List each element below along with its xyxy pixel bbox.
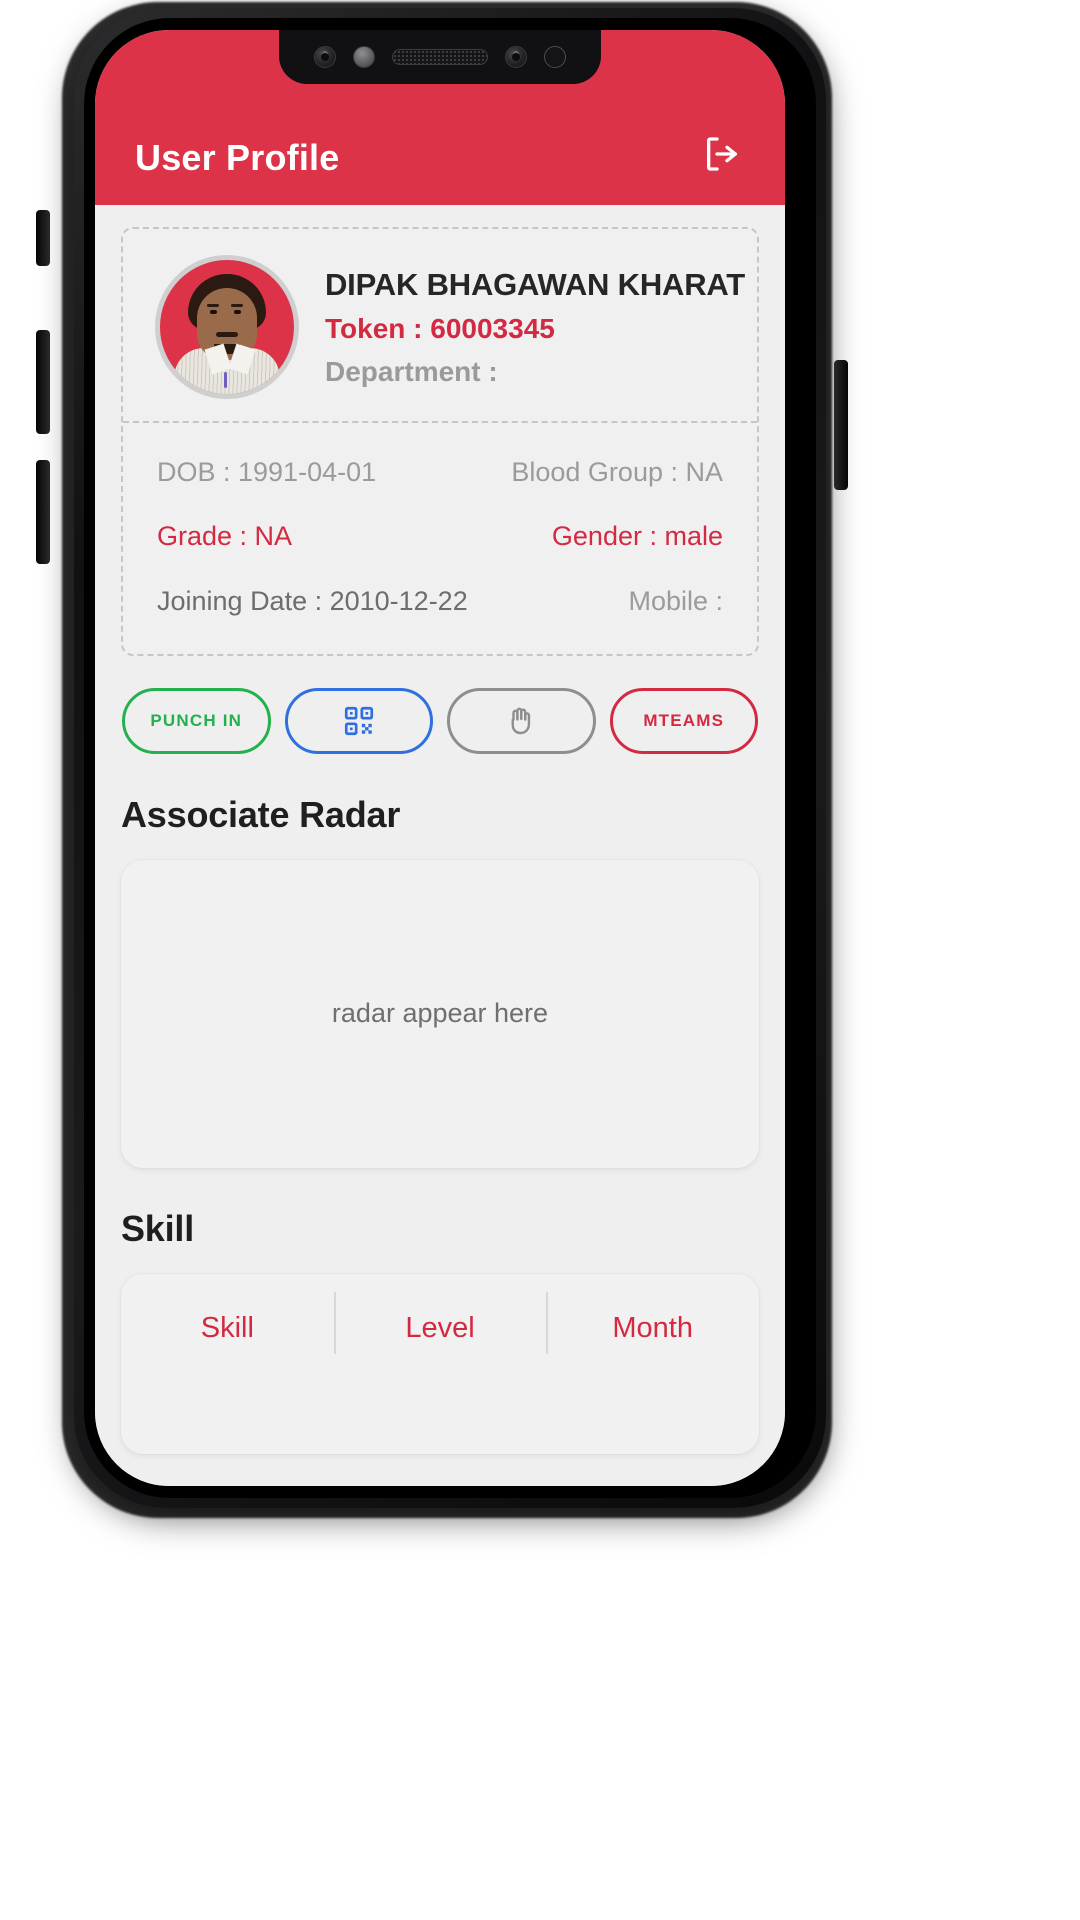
ambient-light-sensor-icon (544, 46, 566, 68)
skill-column-header-month[interactable]: Month (546, 1292, 759, 1355)
qr-scan-button[interactable] (284, 687, 433, 754)
blood-group-value: Blood Group : NA (511, 457, 723, 487)
user-name: DIPAK BHAGAWAN KHARAT (325, 266, 746, 302)
proximity-sensor-icon (353, 46, 375, 68)
action-button-row: PUNCH IN MTEAMS (121, 687, 759, 754)
user-department: Department : (325, 355, 498, 387)
hand-button[interactable] (447, 687, 596, 754)
app-body: DIPAK BHAGAWAN KHARAT Token : 60003345 D… (95, 227, 785, 1486)
mteams-button[interactable]: MTEAMS (609, 687, 758, 754)
avatar-pen (224, 372, 227, 388)
power-button[interactable] (834, 360, 848, 490)
earpiece-speaker-icon (392, 49, 488, 65)
detail-row: DOB : 1991-04-01 Blood Group : NA (157, 453, 723, 491)
detail-row: Joining Date : 2010-12-22 Mobile : (157, 582, 723, 620)
phone-screen: User Profile DIPAK BHAGAWAN KHARAT Token… (95, 30, 785, 1486)
volume-down-button[interactable] (36, 460, 50, 564)
mute-switch[interactable] (36, 210, 50, 266)
avatar[interactable] (155, 255, 299, 399)
screenshot-stage: User Profile DIPAK BHAGAWAN KHARAT Token… (0, 0, 1080, 1920)
volume-up-button[interactable] (36, 330, 50, 434)
qr-code-icon (344, 706, 373, 736)
logout-button[interactable] (699, 131, 745, 177)
punch-in-button[interactable]: PUNCH IN (122, 687, 271, 754)
profile-details: DOB : 1991-04-01 Blood Group : NA Grade … (123, 423, 757, 654)
avatar-eye-right (234, 310, 241, 314)
profile-header-row: DIPAK BHAGAWAN KHARAT Token : 60003345 D… (123, 229, 757, 423)
profile-card: DIPAK BHAGAWAN KHARAT Token : 60003345 D… (121, 227, 759, 656)
table-row[interactable] (121, 1384, 759, 1454)
logout-icon (707, 137, 737, 171)
grade-value: Grade : NA (157, 521, 293, 552)
avatar-eye-left (210, 310, 217, 314)
dob-value: DOB : 1991-04-01 (157, 457, 377, 487)
avatar-moustache (216, 332, 238, 337)
page-title: User Profile (135, 137, 340, 178)
profile-identity: DIPAK BHAGAWAN KHARAT Token : 60003345 D… (325, 266, 746, 389)
secondary-camera-icon (505, 46, 527, 68)
mobile-value: Mobile : (628, 585, 723, 616)
skill-column-header-level[interactable]: Level (333, 1292, 547, 1355)
joining-date-value: Joining Date : 2010-12-22 (157, 585, 468, 616)
avatar-brow-left (207, 304, 219, 307)
radar-chart-card: radar appear here (121, 859, 759, 1168)
notch (279, 30, 601, 84)
front-camera-icon (314, 46, 336, 68)
avatar-brow-right (231, 304, 243, 307)
punch-in-label: PUNCH IN (150, 710, 243, 730)
skill-column-header-skill[interactable]: Skill (121, 1312, 334, 1345)
radar-placeholder-text: radar appear here (331, 998, 549, 1029)
skill-table-header: Skill Level Month (121, 1274, 759, 1384)
skill-heading: Skill (121, 1207, 195, 1249)
user-token: Token : 60003345 (325, 313, 555, 345)
associate-radar-heading: Associate Radar (121, 793, 401, 835)
detail-row: Grade : NA Gender : male (157, 517, 723, 555)
mteams-label: MTEAMS (643, 710, 725, 730)
hand-icon (511, 707, 531, 735)
gender-value: Gender : male (551, 521, 723, 552)
skill-table-card: Skill Level Month (121, 1273, 759, 1454)
